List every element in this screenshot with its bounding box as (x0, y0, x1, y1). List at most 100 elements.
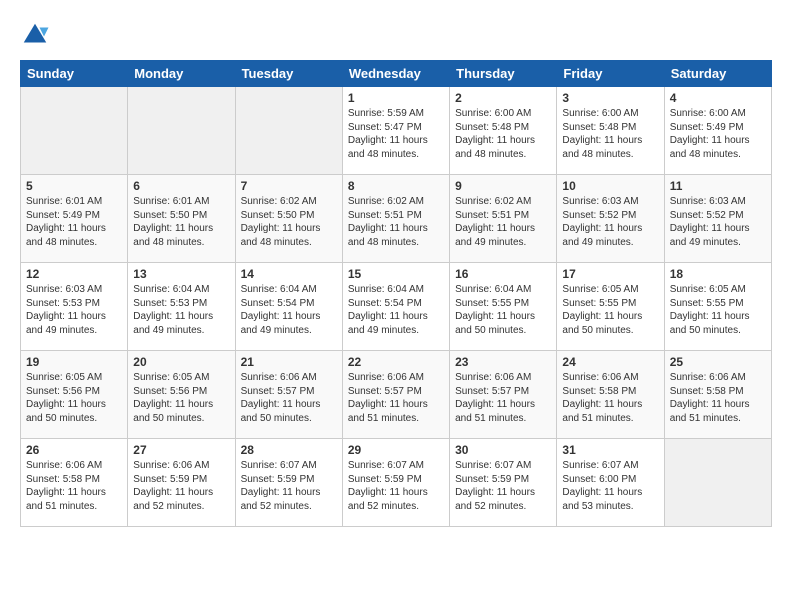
calendar-cell: 3 Sunrise: 6:00 AM Sunset: 5:48 PM Daylig… (557, 87, 664, 175)
calendar-cell: 9Sunrise: 6:02 AM Sunset: 5:51 PM Daylig… (450, 175, 557, 263)
day-number: 7 (241, 179, 337, 193)
calendar-cell: 10 Sunrise: 6:03 AM Sunset: 5:52 PM Dayli… (557, 175, 664, 263)
day-number: 12 (26, 267, 122, 281)
cell-content: Sunrise: 6:00 AM Sunset: 5:48 PM Dayligh… (455, 107, 551, 161)
day-number: 26 (26, 443, 122, 457)
cell-content: Sunrise: 6:05 AM Sunset: 5:55 PM Dayligh… (670, 283, 766, 337)
day-header-monday: Monday (128, 61, 235, 87)
logo (20, 20, 54, 50)
calendar-week-row: 12 Sunrise: 6:03 AM Sunset: 5:53 PM Dayli… (21, 263, 772, 351)
cell-content: Sunrise: 5:59 AM Sunset: 5:47 PM Dayligh… (348, 107, 444, 161)
calendar-cell (21, 87, 128, 175)
day-number: 3 (562, 91, 658, 105)
cell-content: Sunrise: 6:04 AM Sunset: 5:54 PM Dayligh… (241, 283, 337, 337)
calendar-cell: 4 Sunrise: 6:00 AM Sunset: 5:49 PM Daylig… (664, 87, 771, 175)
day-number: 18 (670, 267, 766, 281)
calendar-week-row: 19 Sunrise: 6:05 AM Sunset: 5:56 PM Dayli… (21, 351, 772, 439)
day-number: 10 (562, 179, 658, 193)
cell-content: Sunrise: 6:06 AM Sunset: 5:58 PM Dayligh… (26, 459, 122, 513)
cell-content: Sunrise: 6:03 AM Sunset: 5:52 PM Dayligh… (670, 195, 766, 249)
day-header-tuesday: Tuesday (235, 61, 342, 87)
day-number: 19 (26, 355, 122, 369)
cell-content: Sunrise: 6:05 AM Sunset: 5:56 PM Dayligh… (26, 371, 122, 425)
calendar-table: SundayMondayTuesdayWednesdayThursdayFrid… (20, 60, 772, 527)
cell-content: Sunrise: 6:01 AM Sunset: 5:50 PM Dayligh… (133, 195, 229, 249)
day-header-thursday: Thursday (450, 61, 557, 87)
calendar-cell (664, 439, 771, 527)
cell-content: Sunrise: 6:06 AM Sunset: 5:57 PM Dayligh… (241, 371, 337, 425)
cell-content: Sunrise: 6:04 AM Sunset: 5:55 PM Dayligh… (455, 283, 551, 337)
calendar-cell: 31 Sunrise: 6:07 AM Sunset: 6:00 PM Dayli… (557, 439, 664, 527)
day-number: 9 (455, 179, 551, 193)
calendar-cell: 14 Sunrise: 6:04 AM Sunset: 5:54 PM Dayli… (235, 263, 342, 351)
day-header-wednesday: Wednesday (342, 61, 449, 87)
day-number: 24 (562, 355, 658, 369)
day-number: 25 (670, 355, 766, 369)
cell-content: Sunrise: 6:02 AM Sunset: 5:51 PM Dayligh… (348, 195, 444, 249)
day-number: 27 (133, 443, 229, 457)
cell-content: Sunrise: 6:03 AM Sunset: 5:52 PM Dayligh… (562, 195, 658, 249)
cell-content: Sunrise: 6:06 AM Sunset: 5:58 PM Dayligh… (562, 371, 658, 425)
calendar-cell: 6Sunrise: 6:01 AM Sunset: 5:50 PM Daylig… (128, 175, 235, 263)
day-header-sunday: Sunday (21, 61, 128, 87)
cell-content: Sunrise: 6:05 AM Sunset: 5:55 PM Dayligh… (562, 283, 658, 337)
day-number: 11 (670, 179, 766, 193)
cell-content: Sunrise: 6:00 AM Sunset: 5:49 PM Dayligh… (670, 107, 766, 161)
cell-content: Sunrise: 6:01 AM Sunset: 5:49 PM Dayligh… (26, 195, 122, 249)
day-header-saturday: Saturday (664, 61, 771, 87)
day-number: 21 (241, 355, 337, 369)
days-header-row: SundayMondayTuesdayWednesdayThursdayFrid… (21, 61, 772, 87)
calendar-cell: 12 Sunrise: 6:03 AM Sunset: 5:53 PM Dayli… (21, 263, 128, 351)
day-number: 22 (348, 355, 444, 369)
day-number: 20 (133, 355, 229, 369)
calendar-cell: 28 Sunrise: 6:07 AM Sunset: 5:59 PM Dayli… (235, 439, 342, 527)
calendar-cell: 16 Sunrise: 6:04 AM Sunset: 5:55 PM Dayli… (450, 263, 557, 351)
day-number: 31 (562, 443, 658, 457)
cell-content: Sunrise: 6:06 AM Sunset: 5:58 PM Dayligh… (670, 371, 766, 425)
cell-content: Sunrise: 6:04 AM Sunset: 5:54 PM Dayligh… (348, 283, 444, 337)
day-number: 1 (348, 91, 444, 105)
calendar-cell (128, 87, 235, 175)
calendar-cell: 17 Sunrise: 6:05 AM Sunset: 5:55 PM Dayli… (557, 263, 664, 351)
day-header-friday: Friday (557, 61, 664, 87)
calendar-cell: 5 Sunrise: 6:01 AM Sunset: 5:49 PM Daylig… (21, 175, 128, 263)
calendar-cell: 29Sunrise: 6:07 AM Sunset: 5:59 PM Dayli… (342, 439, 449, 527)
cell-content: Sunrise: 6:06 AM Sunset: 5:57 PM Dayligh… (455, 371, 551, 425)
cell-content: Sunrise: 6:06 AM Sunset: 5:59 PM Dayligh… (133, 459, 229, 513)
day-number: 2 (455, 91, 551, 105)
calendar-cell: 27 Sunrise: 6:06 AM Sunset: 5:59 PM Dayli… (128, 439, 235, 527)
cell-content: Sunrise: 6:03 AM Sunset: 5:53 PM Dayligh… (26, 283, 122, 337)
calendar-cell: 23 Sunrise: 6:06 AM Sunset: 5:57 PM Dayli… (450, 351, 557, 439)
day-number: 17 (562, 267, 658, 281)
calendar-cell: 15Sunrise: 6:04 AM Sunset: 5:54 PM Dayli… (342, 263, 449, 351)
cell-content: Sunrise: 6:07 AM Sunset: 6:00 PM Dayligh… (562, 459, 658, 513)
calendar-cell: 11 Sunrise: 6:03 AM Sunset: 5:52 PM Dayli… (664, 175, 771, 263)
calendar-cell: 24 Sunrise: 6:06 AM Sunset: 5:58 PM Dayli… (557, 351, 664, 439)
calendar-cell: 18 Sunrise: 6:05 AM Sunset: 5:55 PM Dayli… (664, 263, 771, 351)
calendar-cell: 19 Sunrise: 6:05 AM Sunset: 5:56 PM Dayli… (21, 351, 128, 439)
calendar-week-row: 5 Sunrise: 6:01 AM Sunset: 5:49 PM Daylig… (21, 175, 772, 263)
calendar-week-row: 26 Sunrise: 6:06 AM Sunset: 5:58 PM Dayli… (21, 439, 772, 527)
cell-content: Sunrise: 6:05 AM Sunset: 5:56 PM Dayligh… (133, 371, 229, 425)
calendar-cell: 25 Sunrise: 6:06 AM Sunset: 5:58 PM Dayli… (664, 351, 771, 439)
calendar-cell (235, 87, 342, 175)
day-number: 16 (455, 267, 551, 281)
cell-content: Sunrise: 6:00 AM Sunset: 5:48 PM Dayligh… (562, 107, 658, 161)
cell-content: Sunrise: 6:04 AM Sunset: 5:53 PM Dayligh… (133, 283, 229, 337)
day-number: 14 (241, 267, 337, 281)
day-number: 28 (241, 443, 337, 457)
cell-content: Sunrise: 6:06 AM Sunset: 5:57 PM Dayligh… (348, 371, 444, 425)
day-number: 29 (348, 443, 444, 457)
day-number: 8 (348, 179, 444, 193)
cell-content: Sunrise: 6:07 AM Sunset: 5:59 PM Dayligh… (241, 459, 337, 513)
calendar-cell: 1 Sunrise: 5:59 AM Sunset: 5:47 PM Daylig… (342, 87, 449, 175)
day-number: 5 (26, 179, 122, 193)
day-number: 23 (455, 355, 551, 369)
calendar-cell: 2 Sunrise: 6:00 AM Sunset: 5:48 PM Daylig… (450, 87, 557, 175)
day-number: 13 (133, 267, 229, 281)
calendar-cell: 8 Sunrise: 6:02 AM Sunset: 5:51 PM Daylig… (342, 175, 449, 263)
calendar-cell: 13 Sunrise: 6:04 AM Sunset: 5:53 PM Dayli… (128, 263, 235, 351)
calendar-cell: 20 Sunrise: 6:05 AM Sunset: 5:56 PM Dayli… (128, 351, 235, 439)
day-number: 4 (670, 91, 766, 105)
cell-content: Sunrise: 6:02 AM Sunset: 5:50 PM Dayligh… (241, 195, 337, 249)
